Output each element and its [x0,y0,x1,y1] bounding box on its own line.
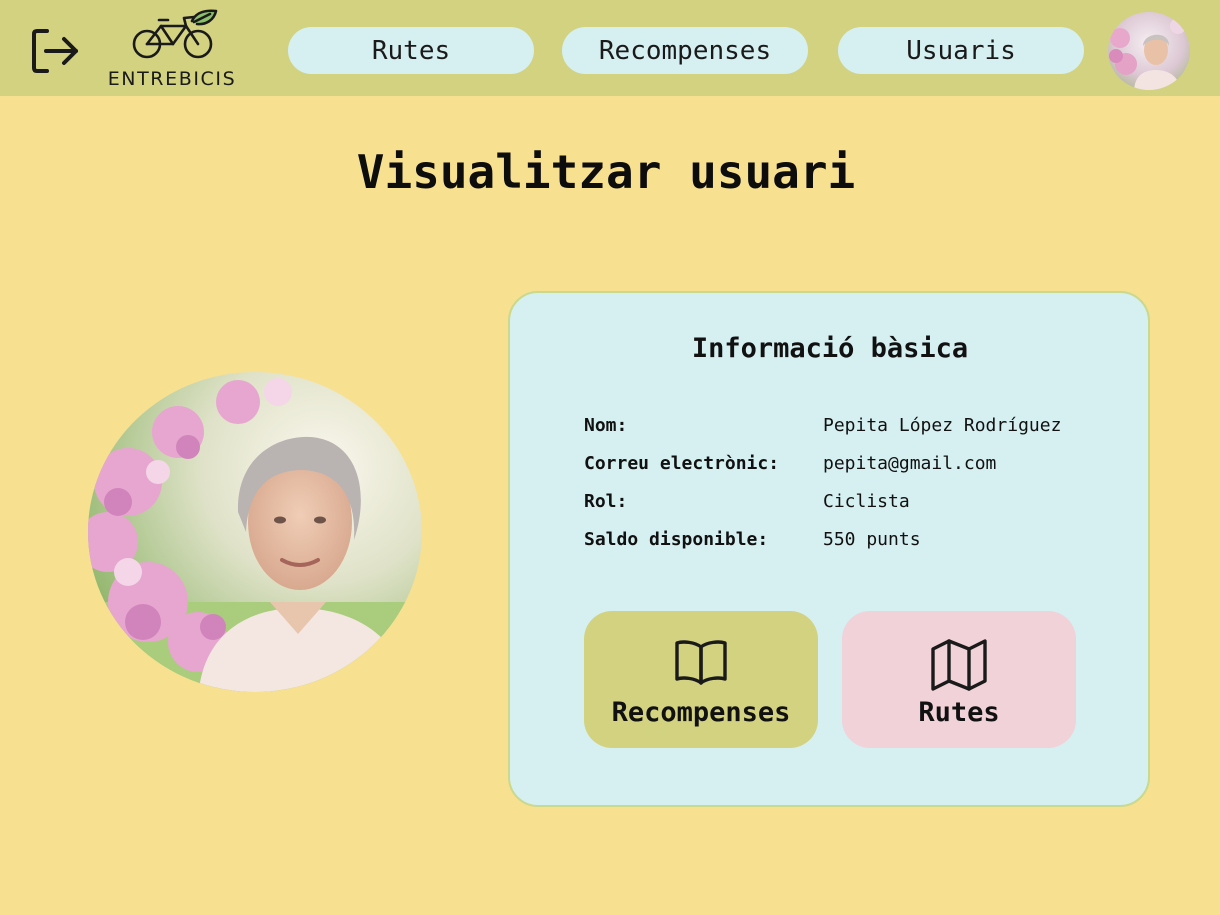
logout-icon[interactable] [28,24,82,78]
page-title: Visualitzar usuari [356,145,856,199]
rutes-button[interactable]: Rutes [842,611,1076,748]
entrebicis-logo[interactable]: ENTREBICIS [96,8,248,90]
field-value: Pepita López Rodríguez [823,415,1062,436]
nav-button-rutes[interactable]: Rutes [288,27,534,74]
rutes-button-label: Rutes [918,697,1000,728]
field-value: 550 punts [823,529,921,550]
bicycle-leaf-icon [132,9,218,59]
top-navigation-bar: ENTREBICIS Rutes Recompenses Usuaris [0,0,1220,96]
field-label: Nom: [584,415,628,436]
nav-button-usuaris[interactable]: Usuaris [838,27,1084,74]
recompenses-button-label: Recompenses [611,697,791,728]
recompenses-button[interactable]: Recompenses [584,611,818,748]
field-label: Saldo disponible: [584,529,769,550]
user-avatar[interactable] [1108,12,1190,90]
nav-button-recompenses[interactable]: Recompenses [562,27,808,74]
field-label: Correu electrònic: [584,453,780,474]
logo-text: ENTREBICIS [107,68,237,90]
basic-info-card: Informació bàsica Nom: Pepita López Rodr… [508,291,1150,807]
book-icon [675,640,727,685]
field-label: Rol: [584,491,628,512]
user-profile-photo [88,372,422,692]
field-value: Ciclista [823,491,910,512]
card-title: Informació bàsica [691,333,969,364]
map-icon [931,639,987,691]
field-value: pepita@gmail.com [823,453,997,474]
